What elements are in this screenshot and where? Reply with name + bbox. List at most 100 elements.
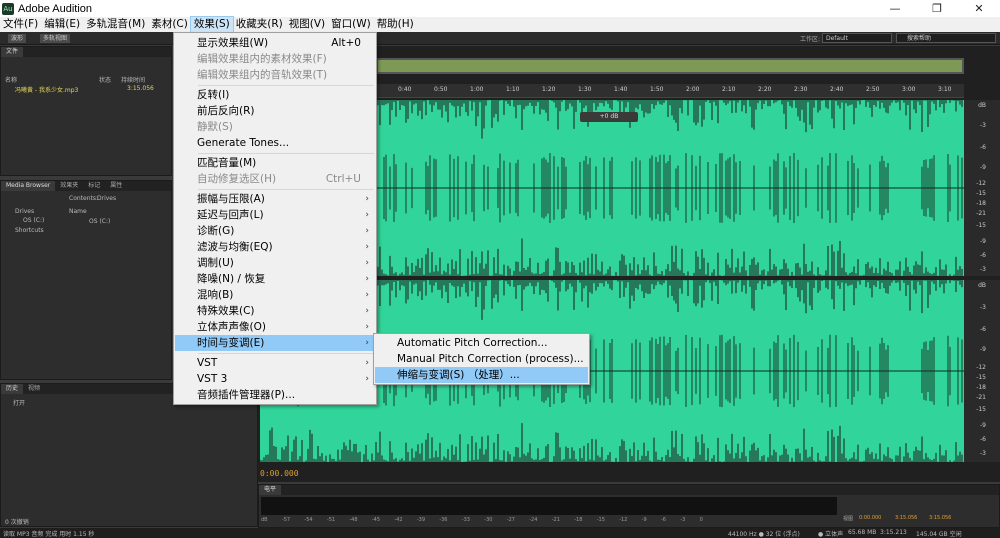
help-search-input[interactable]: 搜索帮助 (896, 33, 996, 43)
menu-window[interactable]: 窗口(W) (328, 17, 374, 32)
menuitem-diagnostics[interactable]: 诊断(G) › (175, 223, 375, 239)
menu-clip[interactable]: 素材(C) (148, 17, 191, 32)
menuitem-manual-pitch-correction[interactable]: Manual Pitch Correction (process)... (375, 351, 588, 367)
history-item-open[interactable]: 打开 (13, 398, 25, 407)
files-col-status: 状态 (99, 77, 112, 84)
level-scale-label: dB (261, 517, 268, 523)
menuitem-label: 降噪(N) / 恢复 (197, 273, 266, 285)
menuitem-special[interactable]: 特殊效果(C) › (175, 303, 375, 319)
selection-view-label: 视图 (843, 516, 854, 522)
menuitem-auto-heal[interactable]: 自动修复选区(H) Ctrl+U (175, 171, 375, 187)
menu-help[interactable]: 帮助(H) (374, 17, 417, 32)
menuitem-plugin-manager[interactable]: 音频插件管理器(P)... (175, 387, 375, 403)
selection-duration[interactable]: 3:15.056 (929, 515, 951, 521)
menuitem-label: 延迟与回声(L) (197, 209, 264, 221)
level-scale-label: -45 (371, 517, 381, 523)
tree-shortcuts[interactable]: Shortcuts (15, 227, 44, 234)
menuitem-vst3[interactable]: VST 3 › (175, 371, 375, 387)
menuitem-label: 立体声声像(O) (197, 321, 266, 333)
menuitem-stretch-and-pitch[interactable]: 伸缩与变调(S) （处理）... (375, 367, 588, 383)
menuitem-match-volume[interactable]: 匹配音量(M) (175, 155, 375, 171)
menuitem-label: 自动修复选区(H) (197, 173, 277, 185)
menu-favorites[interactable]: 收藏夹(R) (233, 17, 286, 32)
waveform-view-button[interactable]: 波形 (8, 34, 27, 43)
db-label: -6 (980, 144, 986, 151)
menuitem-amplitude[interactable]: 振幅与压限(A) › (175, 191, 375, 207)
channel-mode: ● 立体声 (818, 531, 844, 538)
menu-file[interactable]: 文件(F) (0, 17, 41, 32)
tab-effects-rack[interactable]: 效果夹 (55, 181, 83, 191)
hud-gain-control[interactable]: +0 dB (580, 112, 638, 122)
undo-count: 0 次撤销 (5, 519, 29, 526)
tick-label: 2:30 (794, 86, 808, 93)
maximize-button[interactable]: ❐ (916, 0, 958, 17)
tick-label: 1:10 (506, 86, 520, 93)
db-label: -18 (976, 384, 986, 391)
tree-os-drive[interactable]: OS (C:) (23, 217, 44, 224)
menuitem-filter-eq[interactable]: 滤波与均衡(EQ) › (175, 239, 375, 255)
menu-effects[interactable]: 效果(S) (189, 16, 234, 33)
tree-drives[interactable]: Drives (15, 208, 34, 215)
menuitem-label: 静默(S) (197, 121, 233, 133)
status-message: 读取 MP3 音频 完成 用时 1.15 秒 (3, 531, 95, 538)
tick-label: 2:40 (830, 86, 844, 93)
right-os-drive[interactable]: OS (C:) (89, 218, 110, 225)
menuitem-silence[interactable]: 静默(S) (175, 119, 375, 135)
tick-label: 1:30 (578, 86, 592, 93)
tick-label: 1:50 (650, 86, 664, 93)
chevron-right-icon: › (365, 306, 369, 316)
menuitem-delay-echo[interactable]: 延迟与回声(L) › (175, 207, 375, 223)
title-bar: Au Adobe Audition — ❐ ✕ (0, 0, 1000, 17)
menuitem-vst[interactable]: VST › (175, 355, 375, 371)
contents-select[interactable]: Drives (97, 195, 116, 202)
tab-files[interactable]: 文件 (1, 47, 24, 57)
selection-end[interactable]: 3:15.056 (895, 515, 917, 521)
level-scale-label: -6 (660, 517, 666, 523)
level-meter-panel: 电平 dB -57 -54 -51 -48 -45 -42 -39 -36 -3… (258, 484, 1000, 528)
menuitem-stereo-imagery[interactable]: 立体声声像(O) › (175, 319, 375, 335)
menuitem-reverse[interactable]: 前后反向(R) (175, 103, 375, 119)
disk-free: 145.04 GB 空闲 (916, 531, 962, 538)
db-label: -9 (980, 164, 986, 171)
file-name[interactable]: 冯曦黄 - 我系少女.mp3 (15, 85, 78, 94)
tab-properties[interactable]: 属性 (105, 181, 127, 191)
menu-multitrack[interactable]: 多轨混音(M) (83, 17, 148, 32)
db-label: dB (978, 102, 986, 109)
tick-label: 2:10 (722, 86, 736, 93)
menuitem-edit-track-effects[interactable]: 编辑效果组内的音轨效果(T) (175, 67, 375, 83)
db-label: -3 (980, 122, 986, 129)
level-scale-label: -27 (506, 517, 515, 523)
menuitem-reverb[interactable]: 混响(B) › (175, 287, 375, 303)
chevron-right-icon: › (365, 374, 369, 384)
close-button[interactable]: ✕ (958, 0, 1000, 17)
selection-start[interactable]: 0:00.000 (859, 515, 881, 521)
chevron-right-icon: › (365, 258, 369, 268)
level-scale-label: -33 (461, 517, 470, 523)
toolbar: 波形 多轨视图 工作区: Default 搜索帮助 (0, 32, 1000, 45)
menuitem-edit-clip-effects[interactable]: 编辑效果组内的素材效果(F) (175, 51, 375, 67)
menu-view[interactable]: 视图(V) (286, 17, 328, 32)
tab-markers[interactable]: 标记 (83, 181, 105, 191)
level-scale: dB -57 -54 -51 -48 -45 -42 -39 -36 -33 -… (261, 517, 837, 525)
tab-video[interactable]: 视频 (23, 384, 45, 394)
db-label: -9 (980, 422, 986, 429)
tab-media-browser[interactable]: Media Browser (1, 181, 56, 191)
menuitem-time-pitch[interactable]: 时间与变调(E) › (175, 335, 375, 351)
db-label: dB (978, 282, 986, 289)
menuitem-noise-reduction[interactable]: 降噪(N) / 恢复 › (175, 271, 375, 287)
level-scale-label: -9 (641, 517, 647, 523)
tab-levels[interactable]: 电平 (259, 485, 282, 495)
menuitem-modulation[interactable]: 调制(U) › (175, 255, 375, 271)
multitrack-view-button[interactable]: 多轨视图 (40, 34, 71, 43)
menuitem-generate-tones[interactable]: Generate Tones... (175, 135, 375, 151)
tab-history[interactable]: 历史 (1, 384, 24, 394)
menuitem-automatic-pitch-correction[interactable]: Automatic Pitch Correction... (375, 335, 588, 351)
level-scale-label: -36 (439, 517, 448, 523)
minimize-button[interactable]: — (874, 0, 916, 17)
chevron-right-icon: › (365, 194, 369, 204)
menuitem-invert[interactable]: 反转(I) (175, 87, 375, 103)
menuitem-show-effects-rack[interactable]: 显示效果组(W) Alt+0 (175, 35, 375, 51)
workspace-select[interactable]: Default (822, 33, 892, 43)
menu-edit[interactable]: 编辑(E) (41, 17, 83, 32)
tick-label: 3:00 (902, 86, 916, 93)
